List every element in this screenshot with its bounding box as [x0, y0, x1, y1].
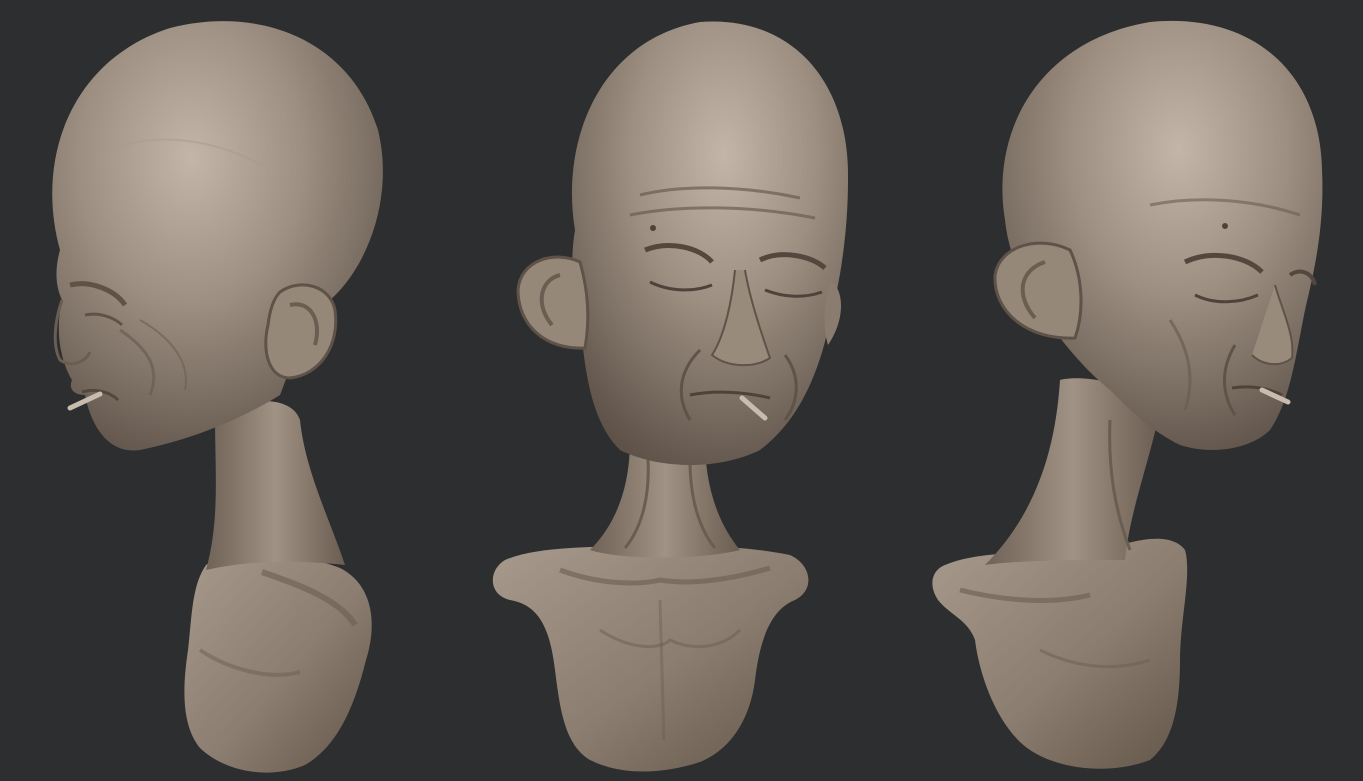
- sculpt-render: [0, 0, 1363, 781]
- render-viewport: [0, 0, 1363, 781]
